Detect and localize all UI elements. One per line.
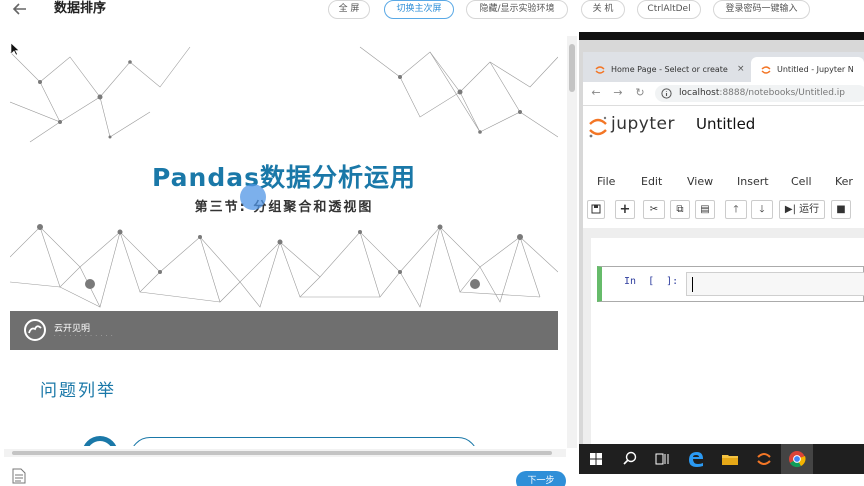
info-icon xyxy=(661,88,672,99)
toggle-lab-env-button[interactable]: 隐藏/显示实验环境 xyxy=(466,0,568,19)
menu-insert[interactable]: Insert xyxy=(737,175,769,188)
slide-horizontal-scrollbar[interactable] xyxy=(4,449,566,457)
password-autofill-button[interactable]: 登录密码一键输入 xyxy=(713,0,810,19)
slide-hero: Pandas数据分析运用 第三节: 分组聚合和透视图 xyxy=(10,42,558,312)
remote-bottom-edge xyxy=(579,474,864,486)
top-bar: 数据排序 全 屏 切换主次屏 隐藏/显示实验环境 关 机 CtrlAltDel … xyxy=(0,0,864,20)
next-step-button[interactable]: 下一步 xyxy=(516,471,566,486)
app-root: 数据排序 全 屏 切换主次屏 隐藏/显示实验环境 关 机 CtrlAltDel … xyxy=(0,0,864,486)
cloud-logo-icon xyxy=(24,319,46,341)
jupyter-toolbar: + ✂ ⧉ ▤ 🡑 🡓 ▶| 运行 ■ xyxy=(583,198,864,222)
list-item-box xyxy=(130,437,478,446)
copy-icon[interactable]: ⧉ xyxy=(670,200,690,219)
windows-start-icon[interactable] xyxy=(585,448,607,470)
jupyter-header: jupyter Untitled xyxy=(583,106,864,146)
browser-window: Home Page - Select or create × Untitled … xyxy=(583,52,864,444)
search-icon[interactable] xyxy=(619,448,641,470)
document-icon[interactable] xyxy=(12,468,26,484)
menu-file[interactable]: File xyxy=(597,175,615,188)
scrollbar-thumb[interactable] xyxy=(569,44,575,92)
brand-tagline: · · · · · · · · · · · · xyxy=(54,333,114,339)
back-icon[interactable]: ← xyxy=(589,86,603,100)
text-caret xyxy=(692,277,693,292)
menu-cell[interactable]: Cell xyxy=(791,175,812,188)
url-text: localhost:8888/notebooks/Untitled.ip xyxy=(679,86,845,101)
switch-screen-button[interactable]: 切换主次屏 xyxy=(384,0,454,19)
address-bar: ← → ↻ localhost:8888/notebooks/Untitled.… xyxy=(583,82,864,106)
reload-icon[interactable]: ↻ xyxy=(633,86,647,100)
remote-top-edge xyxy=(579,32,864,40)
forward-icon[interactable]: → xyxy=(611,86,625,100)
tab-untitled[interactable]: Untitled - Jupyter N xyxy=(751,57,864,82)
task-view-icon[interactable] xyxy=(651,448,673,470)
jupyter-wordmark[interactable]: jupyter xyxy=(611,114,675,134)
move-down-icon[interactable]: 🡓 xyxy=(751,200,773,219)
scrollbar-thumb[interactable] xyxy=(12,451,552,455)
tab-label: Home Page - Select or create xyxy=(611,65,728,74)
edge-browser-icon[interactable] xyxy=(685,448,707,470)
save-icon[interactable] xyxy=(587,200,605,219)
add-cell-icon[interactable]: + xyxy=(615,200,635,219)
jupyter-logo-icon[interactable] xyxy=(587,115,609,139)
back-arrow-icon[interactable] xyxy=(11,0,29,18)
remote-desktop[interactable]: Home Page - Select or create × Untitled … xyxy=(579,32,864,486)
slide-title: Pandas数据分析运用 xyxy=(152,163,416,192)
jupyter-app-icon[interactable] xyxy=(753,448,775,470)
tab-close-icon[interactable]: × xyxy=(737,57,745,82)
url-host: localhost xyxy=(679,88,720,98)
cut-icon[interactable]: ✂ xyxy=(643,200,665,219)
run-label: 运行 xyxy=(799,204,820,215)
slide-vertical-scrollbar[interactable] xyxy=(567,36,577,448)
list-bullet-circle xyxy=(82,436,118,446)
code-cell[interactable]: In [ ]: xyxy=(597,266,864,302)
fullscreen-button[interactable]: 全 屏 xyxy=(328,0,370,19)
paste-icon[interactable]: ▤ xyxy=(695,200,715,219)
section-heading: 问题列举 xyxy=(40,381,116,401)
file-explorer-icon[interactable] xyxy=(719,448,741,470)
brand-bar: 云开见明 · · · · · · · · · · · · xyxy=(10,311,558,350)
windows-taskbar xyxy=(579,444,864,474)
url-input[interactable]: localhost:8888/notebooks/Untitled.ip xyxy=(655,85,864,102)
stop-icon[interactable]: ■ xyxy=(831,200,851,219)
move-up-icon[interactable]: 🡑 xyxy=(725,200,747,219)
jupyter-menubar: File Edit View Insert Cell Ker xyxy=(583,170,864,194)
slide-viewport: Pandas数据分析运用 第三节: 分组聚合和透视图 云开见明 · · · · … xyxy=(10,42,558,446)
shutdown-button[interactable]: 关 机 xyxy=(581,0,625,19)
chrome-browser-icon[interactable] xyxy=(786,448,808,470)
tab-home-page[interactable]: Home Page - Select or create xyxy=(585,57,735,82)
url-path: :8888/notebooks/Untitled.ip xyxy=(719,88,845,98)
run-icon: ▶| xyxy=(784,204,796,215)
jupyter-favicon-icon xyxy=(595,66,605,74)
run-button[interactable]: ▶| 运行 xyxy=(779,200,825,219)
menu-view[interactable]: View xyxy=(687,175,713,188)
menu-edit[interactable]: Edit xyxy=(641,175,662,188)
notebook-background: In [ ]: xyxy=(583,228,864,444)
jupyter-favicon-icon xyxy=(761,66,771,74)
notebook-title[interactable]: Untitled xyxy=(696,115,755,133)
slide-panel: Pandas数据分析运用 第三节: 分组聚合和透视图 云开见明 · · · · … xyxy=(0,36,578,486)
cell-prompt: In [ ]: xyxy=(624,276,679,287)
menu-kernel[interactable]: Ker xyxy=(835,175,853,188)
page-title: 数据排序 xyxy=(54,1,107,16)
tab-label: Untitled - Jupyter N xyxy=(777,65,854,74)
click-indicator xyxy=(240,184,266,210)
notebook-container: In [ ]: xyxy=(591,238,864,444)
ctrl-alt-del-button[interactable]: CtrlAltDel xyxy=(637,0,701,19)
slide-subtitle: 第三节: 分组聚合和透视图 xyxy=(194,200,374,215)
cell-input[interactable] xyxy=(686,272,864,296)
tab-strip: Home Page - Select or create × Untitled … xyxy=(583,52,864,82)
mouse-pointer-icon xyxy=(10,42,20,56)
